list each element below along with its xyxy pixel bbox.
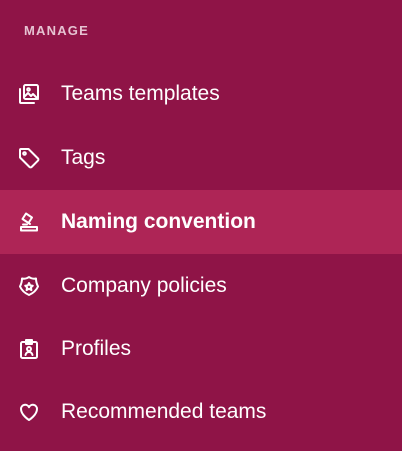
sidebar-item-teams-templates[interactable]: Teams templates <box>0 62 402 126</box>
sidebar-item-label: Tags <box>61 146 106 169</box>
police-badge-icon <box>16 273 42 299</box>
sidebar-item-label: Company policies <box>61 274 227 297</box>
sidebar-item-tags[interactable]: Tags <box>0 126 402 190</box>
section-title-manage: MANAGE <box>24 23 89 38</box>
stamp-icon <box>16 209 42 235</box>
sidebar-item-label: Teams templates <box>61 82 220 105</box>
heart-icon <box>16 399 42 425</box>
sidebar-item-label: Profiles <box>61 337 132 360</box>
id-badge-icon <box>16 336 42 362</box>
sidebar-item-company-policies[interactable]: Company policies <box>0 254 402 318</box>
sidebar: MANAGE Teams templates Tags Naming conve… <box>0 0 402 451</box>
sidebar-item-profiles[interactable]: Profiles <box>0 317 402 381</box>
sidebar-item-label: Recommended teams <box>61 400 267 423</box>
sidebar-item-label: Naming convention <box>61 210 256 233</box>
image-gallery-icon <box>16 81 42 107</box>
sidebar-item-recommended-teams[interactable]: Recommended teams <box>0 380 402 444</box>
tag-icon <box>16 145 42 171</box>
sidebar-item-naming-convention[interactable]: Naming convention <box>0 190 402 254</box>
